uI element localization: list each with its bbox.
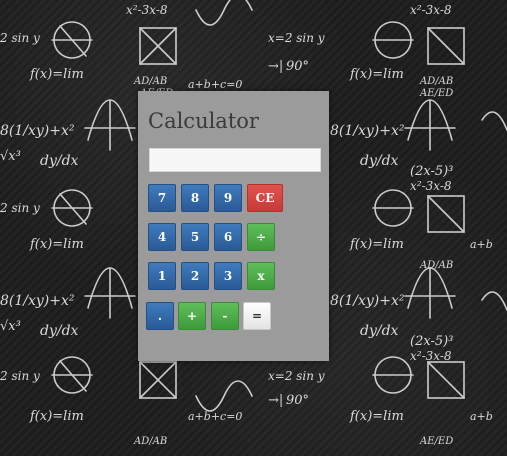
key-8-button[interactable]: 8 <box>181 184 209 212</box>
svg-text:AD/AB: AD/AB <box>133 436 167 447</box>
svg-text:f(x)=lim: f(x)=lim <box>29 409 84 424</box>
key-3-button[interactable]: 3 <box>214 262 242 290</box>
svg-text:AE/ED: AE/ED <box>419 88 453 99</box>
svg-text:x²-3x-8: x²-3x-8 <box>410 3 452 17</box>
svg-text:dy/dx: dy/dx <box>360 153 399 169</box>
svg-text:x=2 sin y: x=2 sin y <box>268 31 325 45</box>
svg-text:x=2 sin y: x=2 sin y <box>268 369 325 383</box>
svg-text:→|: →| <box>268 393 283 408</box>
svg-text:f(x)=lim: f(x)=lim <box>349 67 404 82</box>
svg-text:f(x)=lim: f(x)=lim <box>349 237 404 252</box>
svg-text:√x³: √x³ <box>0 319 21 334</box>
svg-text:→|: →| <box>268 59 283 74</box>
svg-text:(2x-5)³: (2x-5)³ <box>410 334 453 349</box>
calculator-panel: Calculator 7 8 9 CE 4 5 6 ÷ 1 2 3 x . + … <box>138 91 329 361</box>
svg-text:AE/ED: AE/ED <box>419 436 453 447</box>
svg-text:2 sin y: 2 sin y <box>0 201 40 215</box>
svg-text:(2x-5)³: (2x-5)³ <box>410 164 453 179</box>
svg-text:8(1/xy)+x²: 8(1/xy)+x² <box>330 123 405 139</box>
svg-text:f(x)=lim: f(x)=lim <box>349 409 404 424</box>
svg-text:AD/AB: AD/AB <box>419 260 453 271</box>
svg-text:f(x)=lim: f(x)=lim <box>29 237 84 252</box>
svg-text:a+b+c=0: a+b+c=0 <box>188 78 242 91</box>
key-4-button[interactable]: 4 <box>148 223 176 251</box>
calculator-title: Calculator <box>148 109 259 133</box>
key-5-button[interactable]: 5 <box>181 223 209 251</box>
svg-text:√x³: √x³ <box>0 149 21 164</box>
clear-entry-button[interactable]: CE <box>247 184 283 212</box>
key-7-button[interactable]: 7 <box>148 184 176 212</box>
equals-button[interactable]: = <box>243 302 271 330</box>
divide-button[interactable]: ÷ <box>247 223 275 251</box>
key-1-button[interactable]: 1 <box>148 262 176 290</box>
svg-text:a+b: a+b <box>470 410 493 423</box>
svg-text:2 sin y: 2 sin y <box>0 31 40 45</box>
svg-text:AD/AB: AD/AB <box>419 76 453 87</box>
svg-text:8(1/xy)+x²: 8(1/xy)+x² <box>330 293 405 309</box>
svg-text:x²-3x-8: x²-3x-8 <box>410 349 452 363</box>
svg-text:AD/AB: AD/AB <box>133 76 167 87</box>
calculator-display[interactable] <box>149 148 321 172</box>
svg-text:8(1/xy)+x²: 8(1/xy)+x² <box>0 293 75 309</box>
svg-text:dy/dx: dy/dx <box>40 323 79 339</box>
svg-text:dy/dx: dy/dx <box>40 153 79 169</box>
svg-text:2 sin y: 2 sin y <box>0 369 40 383</box>
key-2-button[interactable]: 2 <box>181 262 209 290</box>
key-6-button[interactable]: 6 <box>214 223 242 251</box>
svg-text:8(1/xy)+x²: 8(1/xy)+x² <box>0 123 75 139</box>
svg-text:dy/dx: dy/dx <box>360 323 399 339</box>
decimal-button[interactable]: . <box>146 302 174 330</box>
svg-text:90°: 90° <box>286 59 309 74</box>
svg-text:x²-3x-8: x²-3x-8 <box>126 3 168 17</box>
subtract-button[interactable]: - <box>211 302 239 330</box>
multiply-button[interactable]: x <box>247 262 275 290</box>
svg-text:f(x)=lim: f(x)=lim <box>29 67 84 82</box>
svg-text:x²-3x-8: x²-3x-8 <box>410 179 452 193</box>
svg-text:90°: 90° <box>286 393 309 408</box>
key-9-button[interactable]: 9 <box>214 184 242 212</box>
svg-text:a+b+c=0: a+b+c=0 <box>188 410 242 423</box>
add-button[interactable]: + <box>178 302 206 330</box>
svg-text:a+b: a+b <box>470 238 493 251</box>
